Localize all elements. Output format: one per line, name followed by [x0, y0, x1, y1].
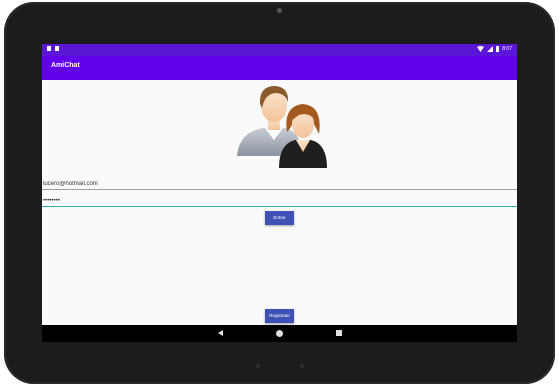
- navigation-bar: [42, 325, 517, 342]
- register-button[interactable]: Registrate: [265, 309, 294, 323]
- notification-icon: [55, 46, 59, 51]
- back-icon[interactable]: [218, 330, 223, 336]
- battery-icon: [496, 46, 500, 52]
- enter-button[interactable]: Entrar: [265, 211, 294, 225]
- app-title: AmiChat: [51, 62, 80, 69]
- camera-dot: [277, 8, 282, 13]
- device-screen: 8:07 AmiChat Entrar Regist: [42, 44, 517, 342]
- home-icon[interactable]: [276, 330, 283, 337]
- status-notifications: [47, 46, 59, 51]
- status-indicators: 8:07: [477, 46, 512, 52]
- password-field[interactable]: [42, 196, 517, 207]
- status-bar: 8:07: [42, 44, 517, 56]
- bezel-dot-left: [256, 364, 260, 368]
- signal-icon: [487, 46, 494, 52]
- app-bar: AmiChat: [42, 56, 517, 80]
- notification-icon: [47, 46, 51, 51]
- bezel-dot-right: [300, 364, 304, 368]
- users-avatar-icon: [237, 86, 327, 168]
- wifi-icon: [477, 46, 485, 52]
- status-time: 8:07: [502, 46, 512, 52]
- email-field[interactable]: [42, 178, 517, 190]
- recents-icon[interactable]: [336, 330, 342, 336]
